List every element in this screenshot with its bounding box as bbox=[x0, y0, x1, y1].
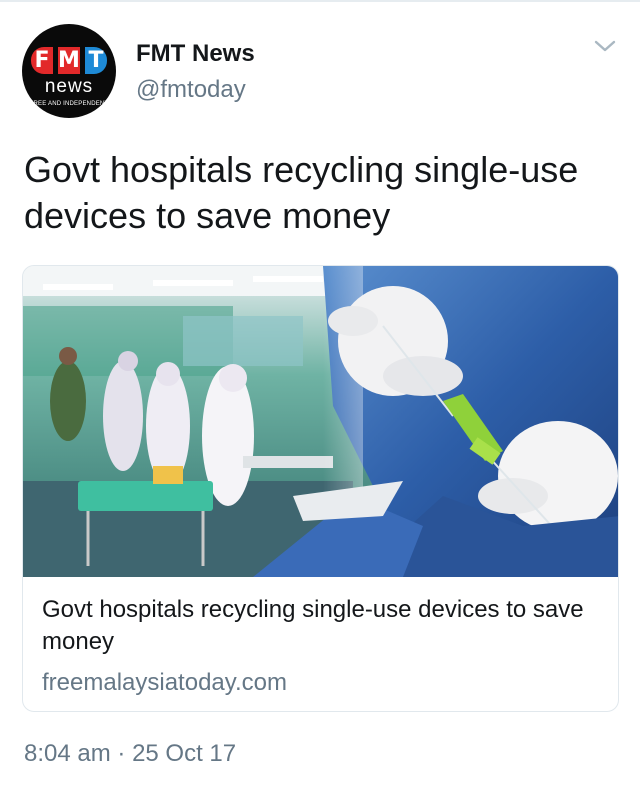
timestamp[interactable]: 8:04 am · 25 Oct 17 bbox=[24, 740, 236, 768]
chevron-down-icon[interactable] bbox=[592, 36, 618, 56]
fmt-logo: F M T bbox=[31, 47, 107, 74]
separator: · bbox=[117, 740, 126, 767]
divider bbox=[0, 0, 640, 2]
logo-letter: M bbox=[58, 47, 80, 74]
logo-tagline: FREE AND INDEPENDENT bbox=[29, 101, 109, 107]
link-card[interactable]: Govt hospitals recycling single-use devi… bbox=[22, 265, 619, 712]
tweet-view: F M T news FREE AND INDEPENDENT FMT News… bbox=[0, 0, 640, 792]
tweet-time: 8:04 am bbox=[24, 740, 111, 767]
author-name[interactable]: FMT News bbox=[136, 40, 255, 68]
logo-letter: F bbox=[31, 47, 53, 74]
logo-word: news bbox=[44, 76, 94, 97]
tweet-date: 25 Oct 17 bbox=[132, 740, 237, 767]
author-handle[interactable]: @fmtoday bbox=[136, 76, 246, 104]
card-domain[interactable]: freemalaysiatoday.com bbox=[42, 669, 287, 697]
card-title[interactable]: Govt hospitals recycling single-use devi… bbox=[42, 594, 602, 658]
tweet-text: Govt hospitals recycling single-use devi… bbox=[24, 149, 579, 236]
avatar[interactable]: F M T news FREE AND INDEPENDENT bbox=[22, 24, 116, 118]
logo-letter: T bbox=[85, 47, 107, 74]
card-image bbox=[23, 266, 618, 577]
